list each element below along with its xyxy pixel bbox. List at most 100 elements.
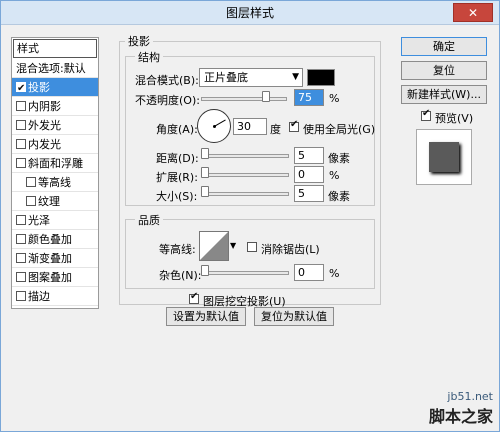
size-label: 大小(S):	[156, 190, 198, 203]
ok-button[interactable]: 确定	[401, 37, 487, 56]
style-item-label: 光泽	[28, 214, 50, 227]
style-item-checkbox[interactable]	[16, 79, 26, 98]
spread-unit: %	[329, 169, 340, 182]
knockout-checkbox[interactable]	[189, 291, 199, 304]
distance-label: 距离(D):	[156, 152, 199, 165]
style-item-checkbox[interactable]	[16, 253, 26, 263]
angle-input[interactable]: 30	[233, 118, 267, 135]
style-item-label: 投影	[28, 81, 50, 94]
style-item-checkbox[interactable]	[16, 139, 26, 149]
style-item-label: 图案叠加	[28, 271, 72, 284]
distance-slider-track[interactable]	[203, 154, 289, 158]
chevron-down-icon: ▼	[292, 72, 299, 82]
contour-picker[interactable]	[199, 231, 229, 261]
style-list-item[interactable]: 颜色叠加	[12, 230, 98, 249]
reset-default-button[interactable]: 复位为默认值	[254, 307, 334, 326]
contour-label: 等高线:	[159, 243, 196, 256]
opacity-label: 不透明度(O):	[135, 94, 200, 107]
opacity-unit: %	[329, 92, 340, 105]
style-list-item[interactable]: 投影	[12, 78, 98, 98]
style-list-item[interactable]: 纹理	[12, 192, 98, 211]
style-list-item[interactable]: 内阴影	[12, 97, 98, 116]
style-list-item[interactable]: 内发光	[12, 135, 98, 154]
angle-dial-center	[213, 125, 216, 128]
blend-mode-value: 正片叠底	[204, 71, 248, 84]
anti-alias-checkbox[interactable]	[247, 242, 257, 252]
blend-mode-label: 混合模式(B):	[135, 74, 199, 87]
spread-slider-handle[interactable]	[201, 167, 209, 178]
dialog-title: 图层样式	[225, 6, 274, 20]
size-slider-handle[interactable]	[201, 186, 209, 197]
style-item-label: 等高线	[38, 176, 71, 189]
style-list-item[interactable]: 混合选项:默认	[12, 59, 98, 78]
close-icon: ✕	[467, 6, 479, 20]
contour-curve-icon	[200, 232, 228, 260]
style-item-checkbox[interactable]	[26, 196, 36, 206]
style-list-item[interactable]: 等高线	[12, 173, 98, 192]
opacity-slider-handle[interactable]	[261, 91, 270, 102]
close-button[interactable]: ✕	[453, 3, 493, 22]
quality-group-title: 品质	[135, 212, 163, 228]
preview-swatch	[429, 142, 459, 172]
spread-label: 扩展(R):	[156, 171, 198, 184]
distance-slider-handle[interactable]	[201, 148, 209, 159]
distance-unit: 像素	[328, 152, 350, 165]
preview-checkbox[interactable]	[421, 108, 431, 121]
style-item-label: 混合选项:默认	[16, 62, 86, 75]
size-unit: 像素	[328, 190, 350, 203]
style-preview	[416, 129, 472, 185]
size-slider-track[interactable]	[203, 192, 289, 196]
style-item-label: 斜面和浮雕	[28, 157, 83, 170]
style-item-checkbox[interactable]	[16, 120, 26, 130]
preview-label: 预览(V)	[435, 112, 474, 125]
angle-label: 角度(A):	[156, 123, 198, 136]
style-list-item[interactable]: 描边	[12, 287, 98, 306]
anti-alias-label: 消除锯齿(L)	[261, 243, 320, 256]
style-item-checkbox[interactable]	[16, 101, 26, 111]
style-item-checkbox[interactable]	[16, 291, 26, 301]
style-list-item[interactable]: 图案叠加	[12, 268, 98, 287]
style-list-items: 混合选项:默认投影内阴影外发光内发光斜面和浮雕等高线纹理光泽颜色叠加渐变叠加图案…	[12, 59, 98, 306]
title-bar: 图层样式 ✕	[1, 1, 499, 25]
spread-input[interactable]: 0	[294, 166, 324, 183]
style-item-label: 描边	[28, 290, 50, 303]
global-light-checkbox[interactable]	[289, 119, 299, 132]
watermark: jb51.net 脚本之家	[429, 390, 493, 427]
noise-label: 杂色(N):	[159, 269, 202, 282]
make-default-button[interactable]: 设置为默认值	[166, 307, 246, 326]
reset-button[interactable]: 复位	[401, 61, 487, 80]
angle-dial[interactable]	[197, 109, 231, 143]
new-style-button[interactable]: 新建样式(W)...	[401, 85, 487, 104]
noise-unit: %	[329, 267, 340, 280]
style-item-checkbox[interactable]	[16, 272, 26, 282]
style-list-item[interactable]: 斜面和浮雕	[12, 154, 98, 173]
style-item-label: 内发光	[28, 138, 61, 151]
style-item-checkbox[interactable]	[16, 234, 26, 244]
style-list: 样式 混合选项:默认投影内阴影外发光内发光斜面和浮雕等高线纹理光泽颜色叠加渐变叠…	[11, 37, 99, 309]
layer-style-dialog: 图层样式 ✕ 样式 混合选项:默认投影内阴影外发光内发光斜面和浮雕等高线纹理光泽…	[0, 0, 500, 432]
noise-input[interactable]: 0	[294, 264, 324, 281]
opacity-slider-track[interactable]	[201, 97, 287, 101]
style-list-item[interactable]: 外发光	[12, 116, 98, 135]
style-item-checkbox[interactable]	[16, 158, 26, 168]
shadow-color-swatch[interactable]	[307, 69, 335, 86]
style-item-checkbox[interactable]	[26, 177, 36, 187]
noise-slider-handle[interactable]	[201, 265, 209, 276]
contour-dropdown-icon[interactable]: ▼	[230, 241, 236, 250]
angle-unit: 度	[270, 123, 281, 136]
distance-input[interactable]: 5	[294, 147, 324, 164]
style-list-item[interactable]: 渐变叠加	[12, 249, 98, 268]
watermark-name: 脚本之家	[428, 407, 493, 426]
watermark-site: jb51.net	[447, 390, 493, 403]
style-item-checkbox[interactable]	[16, 215, 26, 225]
blend-mode-select[interactable]: 正片叠底 ▼	[199, 68, 303, 87]
style-list-item[interactable]: 光泽	[12, 211, 98, 230]
style-item-label: 纹理	[38, 195, 60, 208]
opacity-input[interactable]: 75	[294, 89, 324, 106]
size-input[interactable]: 5	[294, 185, 324, 202]
spread-slider-track[interactable]	[203, 173, 289, 177]
noise-slider-track[interactable]	[203, 271, 289, 275]
style-list-header[interactable]: 样式	[13, 39, 97, 58]
style-item-label: 渐变叠加	[28, 252, 72, 265]
style-item-label: 外发光	[28, 119, 61, 132]
